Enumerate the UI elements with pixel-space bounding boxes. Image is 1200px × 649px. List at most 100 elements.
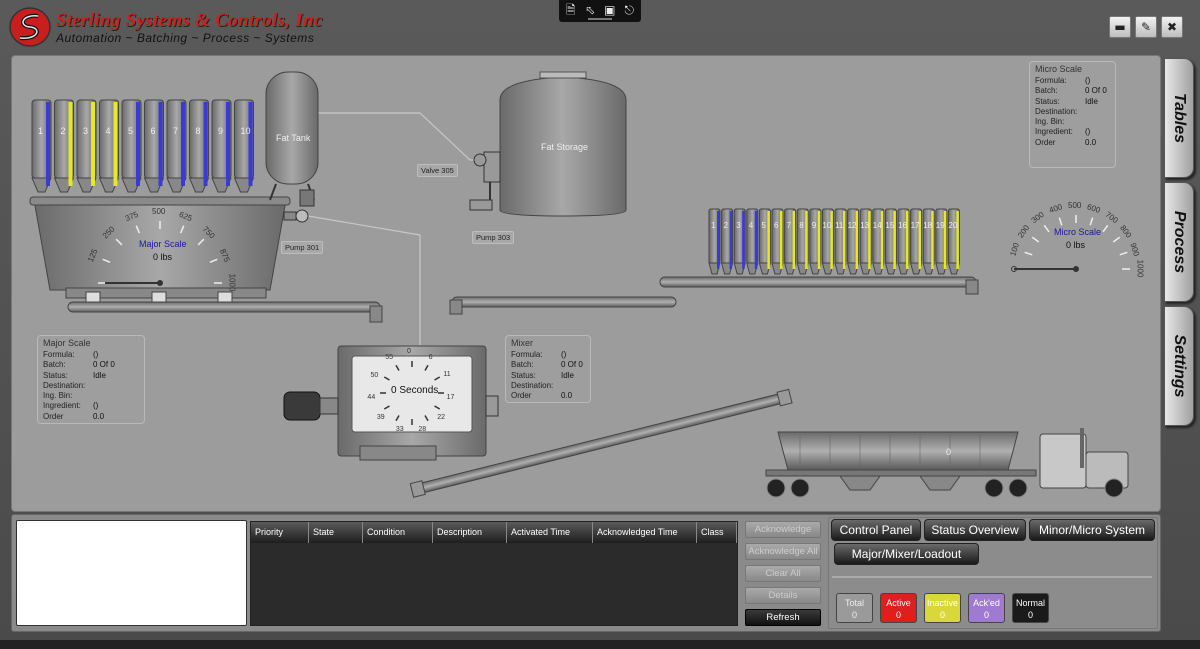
- minor-bin[interactable]: [846, 208, 860, 275]
- transfer-conveyor-end: [449, 299, 463, 315]
- major-bin[interactable]: [76, 99, 97, 193]
- mixer-panel-field-label: Formula:: [511, 350, 543, 359]
- pump-303-tag[interactable]: Pump 303: [472, 231, 515, 244]
- micro-gauge-tick-label: 500: [1068, 201, 1082, 210]
- minor-bin-number: 19: [935, 221, 945, 230]
- micro-panel-field-label: Batch:: [1035, 86, 1058, 96]
- tab-process[interactable]: Process: [1164, 182, 1194, 302]
- minor-bin[interactable]: [922, 208, 935, 275]
- micro-panel-field-label: Ing. Bin:: [1035, 117, 1065, 127]
- alarm-column-header[interactable]: Acknowledged Time: [593, 522, 697, 543]
- minor-bin[interactable]: [884, 208, 898, 275]
- mixer-timer-tick-label: 28: [418, 426, 427, 434]
- mixer-timer-tick-label: 33: [395, 426, 404, 434]
- micro-panel-field-label: Formula:: [1035, 76, 1067, 85]
- minor-bin-number: 2: [723, 221, 729, 230]
- minor-bin[interactable]: [758, 208, 772, 275]
- major-bins: [31, 99, 255, 193]
- mixer-panel-row: Destination:: [511, 381, 585, 391]
- major-panel-row: Ingredient: (): [43, 401, 139, 411]
- acknowledge-button[interactable]: Acknowledge: [745, 521, 821, 538]
- major-panel-field-label: Status:: [43, 370, 68, 380]
- tab-tables[interactable]: Tables: [1164, 58, 1194, 178]
- major-bin[interactable]: [233, 99, 255, 193]
- mixer-panel-field-value: 0.0: [561, 391, 573, 401]
- minor-bin-number: 17: [910, 221, 920, 230]
- minor-bin[interactable]: [733, 208, 746, 275]
- acknowledge-all-button[interactable]: Acknowledge All: [745, 543, 821, 560]
- refresh-button[interactable]: Refresh: [745, 609, 821, 626]
- taskbar-strip: [0, 640, 1200, 649]
- major-bin-number: 5: [128, 126, 134, 136]
- alarm-column-header[interactable]: Class: [697, 522, 737, 543]
- major-bin[interactable]: [211, 99, 232, 193]
- major-bin[interactable]: [143, 99, 165, 193]
- minor-bin[interactable]: [872, 208, 885, 275]
- alarm-column-header[interactable]: Condition: [363, 522, 433, 543]
- minor-bin[interactable]: [796, 208, 809, 275]
- fat-storage-hatch: [539, 71, 587, 79]
- clear-all-button[interactable]: Clear All: [745, 565, 821, 582]
- mixer-motor: [283, 391, 321, 421]
- minor-bin-number: 5: [761, 221, 766, 230]
- minor-conveyor-end: [965, 279, 979, 295]
- alarm-column-header[interactable]: State: [309, 522, 363, 543]
- minor-bin[interactable]: [720, 208, 734, 275]
- micro-panel-field-label: Destination:: [1035, 106, 1078, 116]
- major-bin[interactable]: [31, 99, 52, 193]
- minor-bin[interactable]: [947, 208, 961, 275]
- alarm-column-header[interactable]: Priority: [251, 522, 309, 543]
- major-panel-row: Status: Idle: [43, 371, 139, 381]
- micro-panel-row: Status: Idle: [1035, 97, 1110, 107]
- minor-bin[interactable]: [809, 208, 822, 275]
- details-button[interactable]: Details: [745, 587, 821, 604]
- minor-bin[interactable]: [935, 208, 948, 275]
- minor-bin[interactable]: [746, 208, 759, 275]
- alarm-column-header[interactable]: Activated Time: [507, 522, 593, 543]
- minor-bin[interactable]: [821, 208, 835, 275]
- tanker-truck: [765, 428, 1129, 498]
- major-mixer-loadout-button[interactable]: Major/Mixer/Loadout: [834, 543, 979, 565]
- control-panel-button[interactable]: Control Panel: [831, 519, 921, 541]
- tab-settings[interactable]: Settings: [1164, 306, 1194, 426]
- major-bin[interactable]: [53, 99, 75, 193]
- minor-bin[interactable]: [834, 208, 847, 275]
- status-overview-button[interactable]: Status Overview: [924, 519, 1026, 541]
- major-panel-field-label: Order: [43, 411, 64, 421]
- major-gauge-tick-label: 1000: [227, 273, 237, 292]
- alarm-table[interactable]: Priority State Condition Description Activat…: [250, 521, 738, 626]
- major-panel-field-label: Destination:: [43, 380, 86, 390]
- micro-scale-panel: Micro Scale Formula:() Batch: 0 Of 0 Status…: [1029, 61, 1116, 168]
- counter-label: Total: [844, 598, 864, 608]
- major-bin-number: 2: [60, 126, 66, 136]
- valve-305-tag[interactable]: Valve 305: [417, 164, 458, 177]
- mixer-coupling: [319, 397, 339, 415]
- minor-bin[interactable]: [771, 208, 784, 275]
- counter-label: Inactive: [926, 598, 959, 608]
- major-conveyor-end: [369, 305, 383, 323]
- counter-value: 0: [983, 610, 989, 620]
- micro-panel-row: Formula: (): [1035, 76, 1110, 86]
- mixer-panel-row: Order 0.0: [511, 391, 585, 401]
- minor-bin[interactable]: [897, 208, 910, 275]
- pump-301-tag[interactable]: Pump 301: [281, 241, 324, 254]
- minor-bin[interactable]: [909, 208, 923, 275]
- micro-panel-field-value: 0.0: [1085, 137, 1097, 147]
- minor-bin[interactable]: [859, 208, 872, 275]
- minor-bin[interactable]: [783, 208, 797, 275]
- alarm-counter-normal: Normal 0: [1012, 593, 1049, 623]
- mixer-panel-title: Mixer: [511, 338, 533, 348]
- major-panel-title: Major Scale: [43, 338, 91, 348]
- mixer-bearing: [485, 395, 499, 417]
- minor-bin[interactable]: [708, 208, 721, 275]
- major-bin[interactable]: [166, 99, 187, 193]
- major-bin-number: 1: [38, 126, 44, 136]
- minor-micro-system-button[interactable]: Minor/Micro System: [1029, 519, 1155, 541]
- major-bin[interactable]: [98, 99, 120, 193]
- major-bin[interactable]: [188, 99, 210, 193]
- alarm-column-header[interactable]: Description: [433, 522, 507, 543]
- major-panel-row: Ing. Bin:: [43, 391, 139, 401]
- fat-storage-label: Fat Storage: [541, 142, 589, 152]
- major-gauge-hub: [157, 280, 163, 286]
- major-bin[interactable]: [121, 99, 142, 193]
